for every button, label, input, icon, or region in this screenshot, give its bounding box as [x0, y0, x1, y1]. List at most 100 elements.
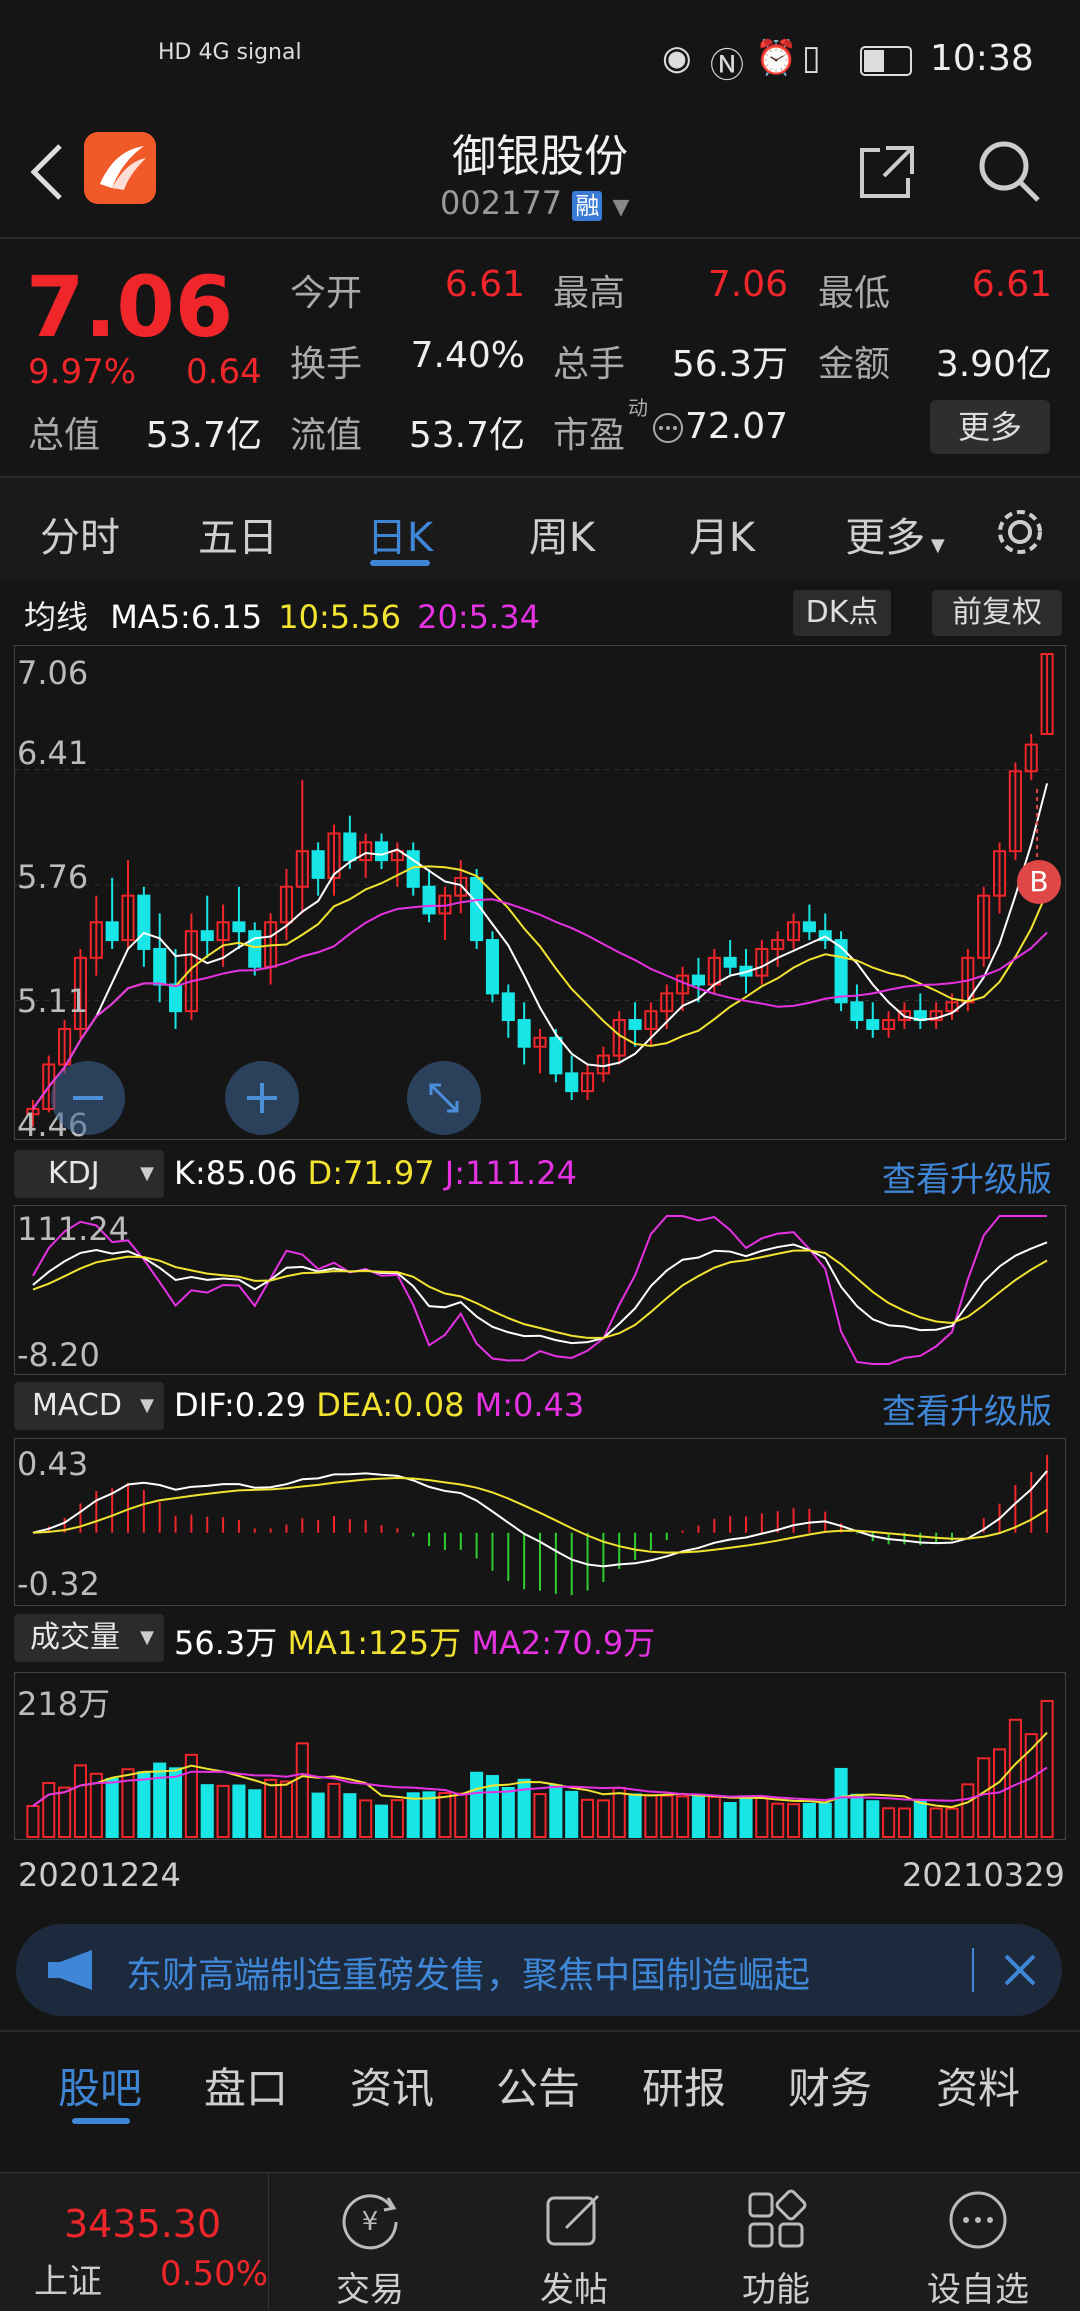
candle-body	[723, 956, 737, 968]
tab-announcements[interactable]: 公告	[478, 2055, 598, 2116]
settings-gear-icon[interactable]	[992, 504, 1048, 560]
fullscreen-button[interactable]	[407, 1061, 481, 1135]
buy-marker[interactable]: B	[1017, 860, 1061, 904]
volume-bar	[58, 1786, 72, 1838]
dk-button[interactable]: DK点	[793, 590, 891, 636]
volume-selector[interactable]: 成交量 ▼	[14, 1614, 164, 1662]
tab-finance[interactable]: 财务	[770, 2055, 890, 2116]
volume-bar	[945, 1807, 959, 1838]
more-button[interactable]: 更多	[930, 400, 1050, 454]
volume-bar	[1008, 1718, 1022, 1839]
candle-body	[248, 930, 262, 968]
volume-bar	[137, 1771, 151, 1838]
close-icon[interactable]	[1002, 1952, 1038, 1988]
volume-bar	[295, 1742, 309, 1838]
candle-body	[168, 983, 183, 1013]
tab-daily-k[interactable]: 日K	[340, 505, 460, 563]
y-label-2: 6.41	[17, 734, 89, 772]
volume-bar	[565, 1790, 579, 1838]
macd-selector[interactable]: MACD ▼	[14, 1382, 164, 1430]
tab-more-label: 更多	[845, 515, 926, 561]
label-pe: 市盈	[553, 415, 626, 456]
megaphone-icon	[48, 1950, 92, 1990]
volume-bar	[580, 1798, 595, 1838]
candle-body	[311, 850, 325, 879]
candle-body	[422, 885, 436, 915]
kdj-selector[interactable]: KDJ ▼	[14, 1150, 164, 1198]
zoom-out-button[interactable]	[51, 1061, 125, 1135]
label-volume: 总手	[553, 344, 626, 385]
ma20-value: 20:5.34	[417, 598, 540, 636]
chevron-down-icon[interactable]: ▼	[613, 195, 630, 220]
kdj-upgrade-link[interactable]: 查看升级版	[882, 1152, 1052, 1201]
volume-bar	[42, 1782, 56, 1838]
kdj-values: K:85.06 D:71.97 J:111.24	[174, 1154, 577, 1192]
kdj-d: D:71.97	[307, 1154, 435, 1192]
tab-research[interactable]: 研报	[624, 2055, 744, 2116]
j-line	[32, 1215, 1048, 1365]
candle-body	[565, 1072, 579, 1093]
network-indicator: HD 4G signal	[158, 40, 302, 65]
label-turnover: 换手	[290, 344, 363, 385]
tab-profile[interactable]: 资料	[918, 2055, 1038, 2116]
header: 御银股份 002177 融 ▼	[0, 120, 1080, 235]
ma-legend: 均线 MA5:6.15 10:5.56 20:5.34	[24, 592, 540, 638]
volume-bar	[596, 1799, 610, 1839]
volume-bar	[105, 1777, 119, 1838]
label-high: 最高	[553, 273, 626, 314]
minus-icon	[73, 1096, 103, 1100]
zoom-in-button[interactable]	[225, 1061, 299, 1135]
tab-intraday[interactable]: 分时	[20, 505, 140, 563]
volume-bar	[644, 1794, 658, 1838]
tab-more[interactable]: 更多 ▼	[830, 505, 960, 563]
tab-orderbook[interactable]: 盘口	[186, 2055, 306, 2116]
bottom-tab-indicator	[72, 2118, 130, 2124]
volume-bar	[660, 1794, 674, 1839]
back-icon[interactable]	[28, 142, 64, 202]
index-ticker[interactable]: 3435.30 上证 0.50%	[0, 2172, 269, 2310]
value-turnover: 7.40%	[410, 335, 525, 376]
kline-panel[interactable]: 7.06 6.41 5.76 5.11 4.46 B	[14, 645, 1066, 1144]
volume-bar	[470, 1771, 484, 1838]
tab-five-day[interactable]: 五日	[178, 505, 298, 563]
volume-bar	[248, 1789, 262, 1838]
candle-body	[850, 1001, 864, 1022]
share-icon[interactable]	[856, 140, 918, 202]
volume-bar	[897, 1807, 912, 1839]
volume-bar	[834, 1767, 848, 1838]
tab-news[interactable]: 资讯	[332, 2055, 452, 2116]
candle-body	[517, 1019, 531, 1048]
candle-body	[232, 921, 246, 933]
index-name: 上证	[34, 2262, 102, 2302]
volume-bar	[390, 1799, 404, 1838]
volume-bar	[771, 1802, 785, 1838]
volume-panel: 218万	[14, 1672, 1066, 1840]
macd-chart	[32, 1454, 1049, 1595]
candle-body	[549, 1036, 563, 1075]
tab-weekly-k[interactable]: 周K	[502, 505, 622, 563]
divider	[0, 237, 1080, 239]
volume-bar	[279, 1780, 294, 1838]
search-icon[interactable]	[976, 138, 1042, 204]
volume-bar	[73, 1764, 88, 1838]
volume-bar	[882, 1807, 896, 1838]
volume-bar	[786, 1803, 801, 1838]
kdj-y-top: 111.24	[17, 1210, 129, 1248]
tab-forum[interactable]: 股吧	[40, 2055, 160, 2116]
volume-bar	[343, 1793, 357, 1839]
macd-upgrade-link[interactable]: 查看升级版	[882, 1384, 1052, 1433]
macd-selector-label: MACD	[32, 1388, 122, 1423]
label-float-value: 流值	[290, 415, 363, 456]
macd-y-bottom: -0.32	[17, 1565, 100, 1603]
promo-banner[interactable]: 东财高端制造重磅发售，聚焦中国制造崛起	[16, 1924, 1062, 2016]
adjust-button[interactable]: 前复权	[932, 590, 1062, 636]
candle-body	[137, 894, 151, 950]
status-bar: HD 4G signal ◉ Ⓝ ⏰ ▯ 10:38	[0, 0, 1080, 120]
volume-bar	[818, 1802, 832, 1838]
volume-ma1: MA1:125万	[287, 1624, 462, 1662]
candle-body	[343, 832, 357, 862]
volume-bar	[200, 1784, 214, 1838]
tab-monthly-k[interactable]: 月K	[662, 505, 782, 563]
candle-body	[485, 939, 500, 995]
volume-bar	[26, 1805, 40, 1839]
